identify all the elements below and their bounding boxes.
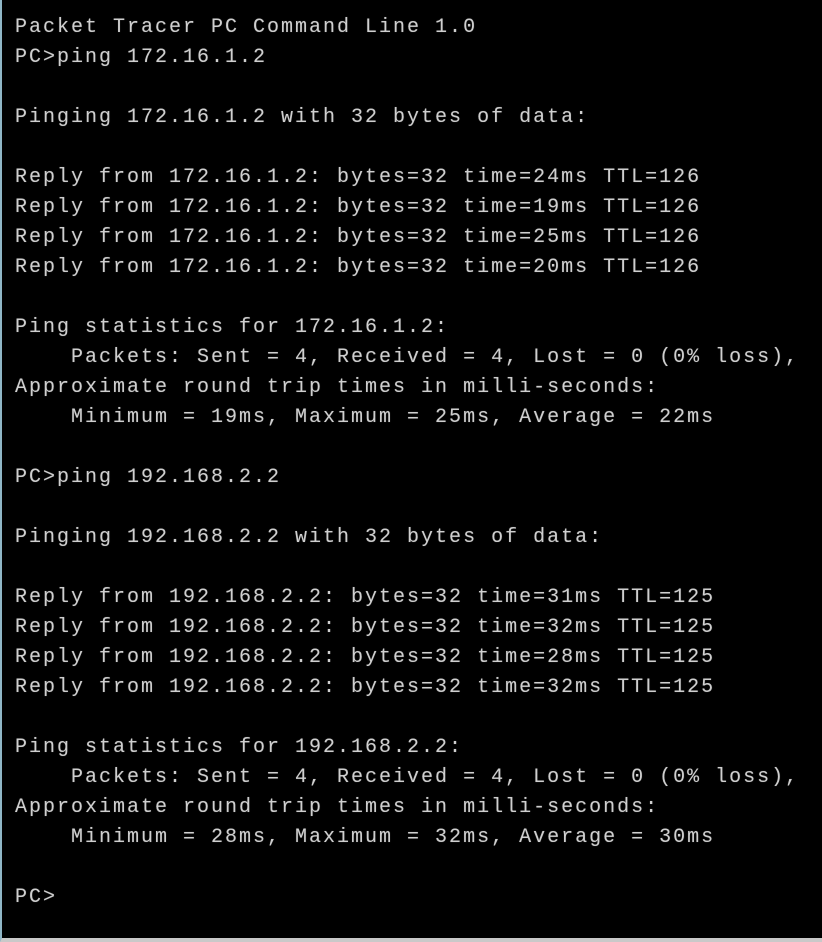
- header-line: Packet Tracer PC Command Line 1.0: [15, 16, 478, 39]
- output-line: Minimum = 19ms, Maximum = 25ms, Average …: [15, 406, 716, 429]
- reply-line: Reply from 172.16.1.2: bytes=32 time=19m…: [15, 196, 702, 219]
- reply-line: Reply from 192.168.2.2: bytes=32 time=31…: [15, 586, 716, 609]
- command-line-window[interactable]: Packet Tracer PC Command Line 1.0 PC>ping…: [0, 0, 822, 942]
- reply-line: Reply from 192.168.2.2: bytes=32 time=32…: [15, 616, 716, 639]
- output-line: Packets: Sent = 4, Received = 4, Lost = …: [15, 766, 800, 789]
- output-line: Approximate round trip times in milli-se…: [15, 376, 660, 399]
- reply-line: Reply from 192.168.2.2: bytes=32 time=28…: [15, 646, 716, 669]
- terminal-output[interactable]: Packet Tracer PC Command Line 1.0 PC>ping…: [15, 13, 822, 913]
- command-prompt[interactable]: PC>: [15, 883, 822, 913]
- output-line: Packets: Sent = 4, Received = 4, Lost = …: [15, 346, 800, 369]
- output-line: Minimum = 28ms, Maximum = 32ms, Average …: [15, 826, 716, 849]
- reply-line: Reply from 172.16.1.2: bytes=32 time=20m…: [15, 256, 702, 279]
- output-line: Ping statistics for 172.16.1.2:: [15, 316, 450, 339]
- output-line: Approximate round trip times in milli-se…: [15, 796, 660, 819]
- reply-line: Reply from 192.168.2.2: bytes=32 time=32…: [15, 676, 716, 699]
- output-line: Pinging 172.16.1.2 with 32 bytes of data…: [15, 106, 590, 129]
- command-line: PC>ping 192.168.2.2: [15, 466, 282, 489]
- output-line: Ping statistics for 192.168.2.2:: [15, 736, 464, 759]
- command-line: PC>ping 172.16.1.2: [15, 46, 268, 69]
- reply-line: Reply from 172.16.1.2: bytes=32 time=24m…: [15, 166, 702, 189]
- output-line: Pinging 192.168.2.2 with 32 bytes of dat…: [15, 526, 604, 549]
- reply-line: Reply from 172.16.1.2: bytes=32 time=25m…: [15, 226, 702, 249]
